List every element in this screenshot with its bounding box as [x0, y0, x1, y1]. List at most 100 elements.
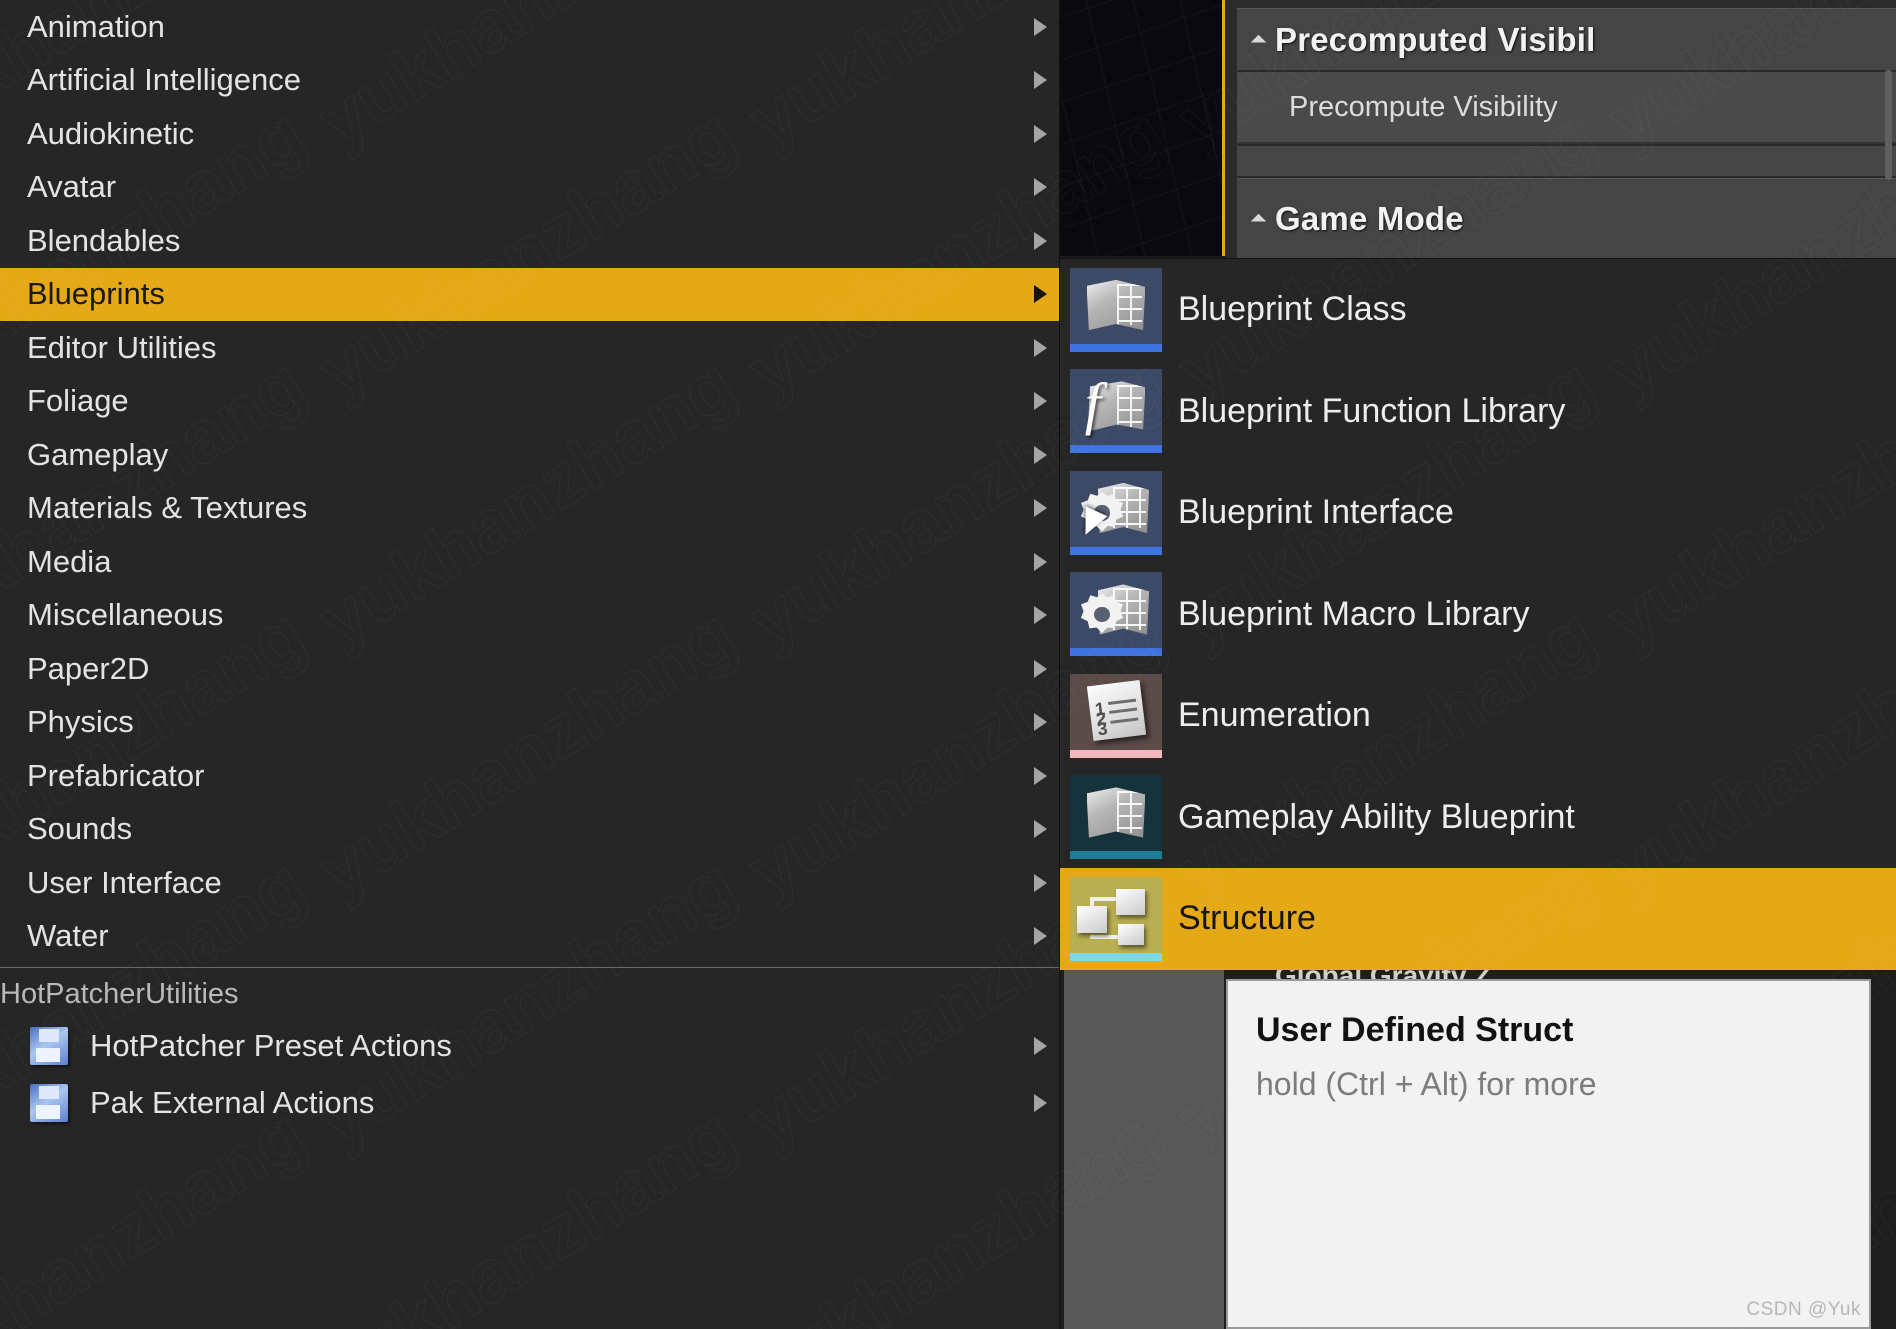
menu-section-hotpatcherutilities: HotPatcherUtilities [0, 977, 239, 1010]
menu-item-foliage[interactable]: Foliage [0, 375, 1059, 429]
chevron-right-icon [1034, 231, 1047, 250]
menu-item-gameplay[interactable]: Gameplay [0, 428, 1059, 482]
details-panel: Precomputed Visibil Precompute Visibilit… [1225, 0, 1896, 258]
submenu-item-blueprint-macro-library[interactable]: Blueprint Macro Library [1060, 564, 1896, 666]
chevron-right-icon [1034, 178, 1047, 197]
category-title: Precomputed Visibil [1275, 20, 1596, 58]
menu-item-label: Miscellaneous [27, 597, 224, 633]
submenu-item-blueprint-function-library[interactable]: f Blueprint Function Library [1060, 361, 1896, 463]
enumeration-icon: 123 [1070, 673, 1162, 758]
menu-item-label: Blueprints [27, 276, 165, 312]
chevron-right-icon [1034, 927, 1047, 946]
blueprint-macro-library-icon [1070, 572, 1162, 657]
menu-item-label: Physics [27, 704, 134, 740]
property-spacer [1237, 146, 1896, 176]
menu-item-label: Prefabricator [27, 757, 205, 793]
menu-item-label: Blendables [27, 222, 181, 258]
chevron-right-icon [1034, 124, 1047, 143]
menu-item-animation[interactable]: Animation [0, 0, 1059, 54]
blueprint-function-library-icon: f [1070, 369, 1162, 454]
menu-item-label: Gameplay [27, 436, 169, 472]
chevron-right-icon [1034, 552, 1047, 571]
menu-item-label: Artificial Intelligence [27, 62, 301, 98]
csdn-credit: CSDN @Yuk [1746, 1299, 1861, 1320]
chevron-right-icon [1034, 338, 1047, 357]
submenu-item-label: Structure [1178, 899, 1316, 938]
menu-item-label: Paper2D [27, 650, 150, 686]
tooltip-hint: hold (Ctrl + Alt) for more [1256, 1066, 1597, 1102]
menu-item-blueprints[interactable]: Blueprints [0, 267, 1059, 321]
tooltip-user-defined-struct: User Defined Struct hold (Ctrl + Alt) fo… [1226, 979, 1871, 1329]
chevron-right-icon [1034, 1093, 1047, 1112]
chevron-right-icon [1034, 713, 1047, 732]
category-title: Game Mode [1275, 199, 1464, 237]
chevron-right-icon [1034, 71, 1047, 90]
menu-item-sounds[interactable]: Sounds [0, 803, 1059, 857]
submenu-item-label: Blueprint Macro Library [1178, 594, 1530, 633]
submenu-item-structure[interactable]: Structure [1060, 868, 1896, 970]
chevron-right-icon [1034, 445, 1047, 464]
menu-item-pak-external-actions[interactable]: Pak External Actions [0, 1074, 1059, 1131]
menu-item-label: Animation [27, 8, 165, 44]
menu-item-prefabricator[interactable]: Prefabricator [0, 749, 1059, 803]
property-row-precompute-visibility[interactable]: Precompute Visibility [1237, 72, 1896, 144]
category-precomputed-visibility[interactable]: Precomputed Visibil [1237, 8, 1896, 70]
menu-item-hotpatcher-preset-actions[interactable]: HotPatcher Preset Actions [0, 1017, 1059, 1074]
property-label: Precompute Visibility [1289, 90, 1558, 123]
submenu-item-blueprint-interface[interactable]: Blueprint Interface [1060, 462, 1896, 564]
blueprints-submenu[interactable]: Blueprint Class f Blueprint Function Libra… [1060, 258, 1896, 970]
chevron-right-icon [1034, 606, 1047, 625]
context-menu-root[interactable]: Animation Artificial Intelligence Audiokin… [0, 0, 1060, 1329]
floppy-disk-icon [30, 1026, 68, 1065]
submenu-item-blueprint-class[interactable]: Blueprint Class [1060, 259, 1896, 361]
viewport-grid [1056, 0, 1224, 256]
menu-item-miscellaneous[interactable]: Miscellaneous [0, 589, 1059, 643]
menu-item-label: User Interface [27, 864, 222, 900]
chevron-right-icon [1034, 285, 1047, 304]
chevron-right-icon [1034, 820, 1047, 839]
menu-item-avatar[interactable]: Avatar [0, 161, 1059, 215]
menu-item-label: Foliage [27, 383, 129, 419]
screen-root: Precomputed Visibil Precompute Visibilit… [0, 0, 1896, 1329]
submenu-item-label: Blueprint Interface [1178, 493, 1454, 532]
menu-item-user-interface[interactable]: User Interface [0, 856, 1059, 910]
chevron-right-icon [1034, 766, 1047, 785]
chevron-right-icon [1034, 873, 1047, 892]
expander-triangle-icon[interactable] [1250, 34, 1267, 51]
submenu-item-label: Blueprint Class [1178, 290, 1407, 329]
menu-item-physics[interactable]: Physics [0, 696, 1059, 750]
menu-item-label: Avatar [27, 169, 117, 205]
gameplay-ability-blueprint-icon [1070, 775, 1162, 860]
menu-item-label: Audiokinetic [27, 115, 195, 151]
category-game-mode[interactable]: Game Mode [1237, 178, 1896, 258]
menu-item-paper2d[interactable]: Paper2D [0, 642, 1059, 696]
details-scrollbar[interactable] [1885, 70, 1892, 180]
tooltip-title: User Defined Struct [1256, 1011, 1574, 1049]
chevron-right-icon [1034, 392, 1047, 411]
menu-item-label: Pak External Actions [90, 1084, 375, 1120]
submenu-item-enumeration[interactable]: 1 2 3 Enumeration [1060, 665, 1896, 767]
level-viewport[interactable] [1056, 0, 1224, 256]
expander-triangle-icon[interactable] [1250, 213, 1267, 230]
menu-item-artificial-intelligence[interactable]: Artificial Intelligence [0, 54, 1059, 108]
menu-item-label: Materials & Textures [27, 490, 308, 526]
menu-item-label: HotPatcher Preset Actions [90, 1027, 452, 1063]
menu-item-label: Media [27, 543, 112, 579]
secondary-panel [1064, 968, 1224, 1329]
menu-item-media[interactable]: Media [0, 535, 1059, 589]
menu-separator [0, 967, 1059, 968]
chevron-right-icon [1034, 499, 1047, 518]
menu-item-editor-utilities[interactable]: Editor Utilities [0, 321, 1059, 375]
menu-item-blendables[interactable]: Blendables [0, 214, 1059, 268]
structure-icon [1070, 876, 1162, 961]
menu-item-water[interactable]: Water [0, 910, 1059, 964]
chevron-right-icon [1034, 659, 1047, 678]
menu-item-materials-textures[interactable]: Materials & Textures [0, 482, 1059, 536]
menu-item-audiokinetic[interactable]: Audiokinetic [0, 107, 1059, 161]
chevron-right-icon [1034, 1036, 1047, 1055]
menu-item-label: Editor Utilities [27, 329, 217, 365]
submenu-item-label: Blueprint Function Library [1178, 391, 1566, 430]
menu-item-label: Sounds [27, 811, 133, 847]
floppy-disk-icon [30, 1083, 68, 1122]
submenu-item-gameplay-ability-blueprint[interactable]: Gameplay Ability Blueprint [1060, 767, 1896, 869]
